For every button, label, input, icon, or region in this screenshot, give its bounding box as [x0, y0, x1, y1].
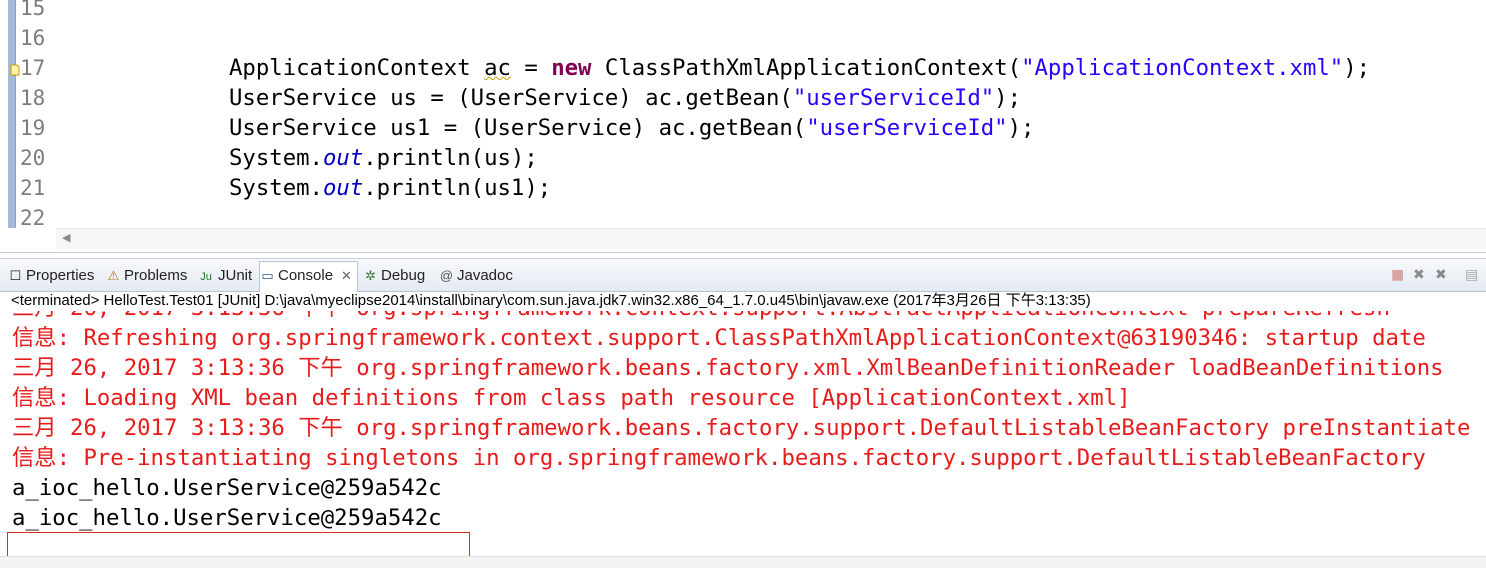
output-highlight-box — [7, 532, 470, 558]
view-tab-bar: ☐ Properties ⚠ Problems Ju JUnit ▭ Console ✕ ✲ Deb… — [0, 258, 1486, 292]
tab-label: Problems — [124, 267, 188, 284]
console-line-partial: 三月 26, 2017 3:13:36 下午 org.springframewo… — [12, 311, 1390, 323]
console-process-status: <terminated> HelloTest.Test01 [JUnit] D:… — [11, 292, 1091, 309]
code-token: System. — [229, 145, 323, 171]
bottom-view-panel: ☐ Properties ⚠ Problems Ju JUnit ▭ Console ✕ ✲ Deb… — [0, 258, 1486, 568]
tab-debug[interactable]: ✲ Debug — [363, 262, 433, 290]
code-token: System. — [229, 175, 323, 201]
code-string: "userServiceId" — [806, 115, 1008, 141]
code-line[interactable]: ApplicationContext ac = new ClassPathXml… — [229, 53, 1370, 83]
console-horizontal-scrollbar[interactable] — [0, 556, 1486, 568]
code-string: "userServiceId" — [792, 85, 995, 111]
line-number: 22 — [20, 206, 46, 230]
debug-view-icon: ✲ — [365, 268, 376, 283]
console-stderr-line: 信息: Pre-instantiating singletons in org.… — [12, 445, 1426, 471]
code-string: "ApplicationContext.xml" — [1021, 55, 1344, 81]
console-stdout-line: a_ioc_hello.UserService@259a542c — [12, 475, 442, 501]
code-line[interactable]: UserService us = (UserService) ac.getBea… — [229, 83, 1021, 113]
console-stderr-line: 信息: Refreshing org.springframework.conte… — [12, 325, 1426, 351]
code-line[interactable]: System.out.println(us); — [229, 143, 538, 173]
tab-problems[interactable]: ⚠ Problems — [106, 262, 192, 290]
javadoc-view-icon: @ — [439, 268, 454, 283]
console-view-icon: ▭ — [261, 268, 274, 283]
code-token: UserService us1 = (UserService) ac.getBe… — [229, 115, 807, 141]
clear-console-icon[interactable]: ▤ — [1465, 267, 1478, 283]
code-static-field: out — [322, 175, 364, 201]
warning-marker-icon[interactable] — [10, 61, 22, 76]
code-token: ); — [994, 85, 1022, 111]
console-stderr-line: 三月 26, 2017 3:13:36 下午 org.springframewo… — [12, 355, 1444, 381]
tab-junit[interactable]: Ju JUnit — [197, 262, 255, 290]
line-number: 20 — [20, 146, 46, 170]
code-token: ClassPathXmlApplicationContext( — [591, 55, 1022, 81]
junit-view-icon: Ju — [200, 271, 212, 283]
console-stdout-line: a_ioc_hello.UserService@259a542c — [12, 505, 442, 531]
line-number: 16 — [20, 26, 46, 50]
code-line[interactable]: System.out.println(us1); — [229, 173, 551, 203]
code-line[interactable]: UserService us1 = (UserService) ac.getBe… — [229, 113, 1034, 143]
code-editor[interactable]: 15 16 17 18 19 20 21 22 ApplicationContext ac =… — [0, 0, 1486, 253]
tab-console[interactable]: ▭ Console ✕ — [259, 261, 358, 292]
remove-all-launches-icon[interactable]: ✖ — [1435, 267, 1447, 283]
code-static-field: out — [322, 145, 364, 171]
tab-label: Debug — [381, 267, 426, 284]
close-tab-icon[interactable]: ✕ — [341, 268, 352, 283]
tab-label: Javadoc — [457, 267, 513, 284]
code-token: ); — [1343, 55, 1371, 81]
code-keyword: new — [551, 55, 592, 81]
line-number: 18 — [20, 86, 46, 110]
properties-view-icon: ☐ — [9, 268, 22, 283]
console-output[interactable]: 三月 26, 2017 3:13:36 下午 org.springframewo… — [0, 311, 1486, 558]
code-token: .println(us); — [363, 145, 538, 171]
code-token: = — [510, 55, 552, 81]
code-token: ac — [484, 55, 511, 81]
line-number: 15 — [20, 0, 46, 20]
editor-horizontal-scrollbar[interactable]: ◀ — [56, 228, 1486, 249]
tab-javadoc[interactable]: @ Javadoc — [439, 262, 517, 290]
overview-ruler — [8, 0, 16, 228]
tab-label: JUnit — [218, 267, 253, 284]
code-token: ); — [1007, 115, 1035, 141]
line-number-gutter: 15 16 17 18 19 20 21 22 — [10, 0, 58, 230]
tab-properties[interactable]: ☐ Properties — [8, 262, 100, 290]
console-stderr-line: 信息: Loading XML bean definitions from cl… — [12, 385, 1131, 411]
console-stderr-line: 三月 26, 2017 3:13:36 下午 org.springframewo… — [12, 415, 1471, 441]
code-token: UserService us = (UserService) ac.getBea… — [229, 85, 793, 111]
problems-view-icon: ⚠ — [107, 268, 120, 283]
line-number: 17 — [20, 56, 46, 80]
line-number: 19 — [20, 116, 46, 140]
remove-launch-icon[interactable]: ✖ — [1413, 267, 1425, 283]
scroll-left-icon[interactable]: ◀ — [62, 231, 70, 244]
stop-icon[interactable]: ■ — [1391, 267, 1404, 283]
tab-label: Properties — [26, 267, 95, 284]
code-token: .println(us1); — [363, 175, 552, 201]
line-number: 21 — [20, 176, 46, 200]
tab-label: Console — [278, 267, 334, 284]
code-token: ApplicationContext — [229, 55, 485, 81]
